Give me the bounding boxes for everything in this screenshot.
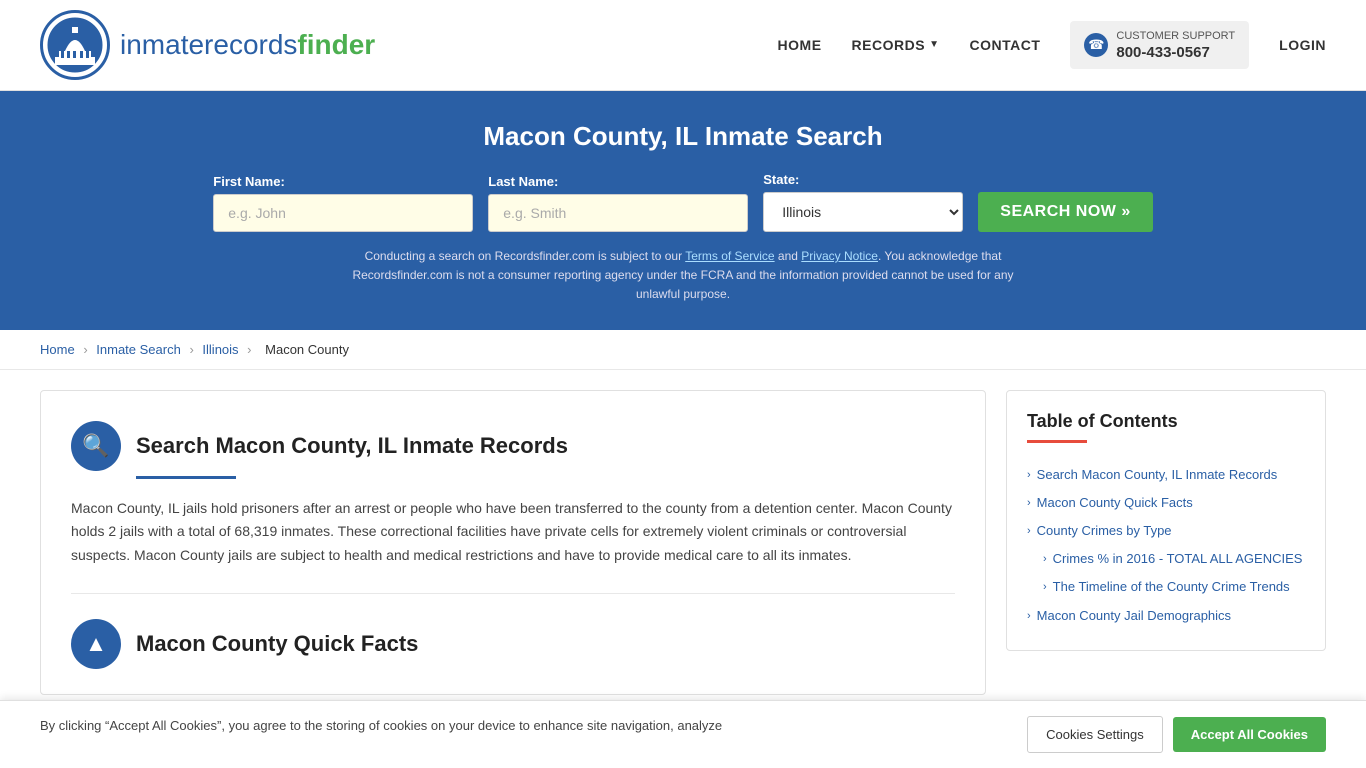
support-label: CUSTOMER SUPPORT	[1116, 29, 1235, 43]
state-select[interactable]: Illinois	[763, 192, 963, 232]
customer-support: ☎ CUSTOMER SUPPORT 800-433-0567	[1070, 21, 1249, 68]
breadcrumb-sep2: ›	[189, 342, 193, 357]
nav-records[interactable]: RECORDS ▼	[852, 37, 940, 53]
logo-icon	[40, 10, 110, 80]
toc-item-label: Macon County Jail Demographics	[1037, 607, 1231, 625]
breadcrumb: Home › Inmate Search › Illinois › Macon …	[0, 330, 1366, 370]
privacy-link[interactable]: Privacy Notice	[801, 249, 878, 263]
logo-text-regular: inmaterecords	[120, 29, 297, 60]
section-title-underline	[136, 476, 236, 479]
toc-item[interactable]: › Macon County Quick Facts	[1027, 489, 1305, 517]
toc-item-label: County Crimes by Type	[1037, 522, 1172, 540]
records-chevron-icon: ▼	[929, 39, 939, 50]
toc-chevron-icon: ›	[1027, 496, 1031, 511]
toc-chevron-icon: ›	[1027, 524, 1031, 539]
support-info: CUSTOMER SUPPORT 800-433-0567	[1116, 29, 1235, 60]
last-name-input[interactable]	[488, 194, 748, 232]
toc-item[interactable]: › County Crimes by Type	[1027, 517, 1305, 545]
state-group: State: Illinois	[763, 172, 963, 232]
state-label: State:	[763, 172, 799, 187]
section-quick-facts-header: ▲ Macon County Quick Facts	[71, 619, 955, 669]
phone-icon: ☎	[1084, 33, 1108, 57]
toc-chevron-icon: ›	[1043, 552, 1047, 567]
toc-item[interactable]: › Crimes % in 2016 - TOTAL ALL AGENCIES	[1027, 545, 1305, 573]
section-search-header: 🔍 Search Macon County, IL Inmate Records	[71, 421, 955, 471]
toc-underline	[1027, 440, 1087, 443]
support-number[interactable]: 800-433-0567	[1116, 44, 1235, 61]
section-search-body: Macon County, IL jails hold prisoners af…	[71, 497, 955, 568]
header: inmaterecordsfinder HOME RECORDS ▼ CONTA…	[0, 0, 1366, 91]
first-name-input[interactable]	[213, 194, 473, 232]
toc-item-label: Macon County Quick Facts	[1037, 494, 1193, 512]
last-name-group: Last Name:	[488, 174, 748, 232]
nav-contact[interactable]: CONTACT	[969, 37, 1040, 53]
toc-item-label: The Timeline of the County Crime Trends	[1053, 578, 1290, 596]
nav-records-label: RECORDS	[852, 37, 926, 53]
toc-title: Table of Contents	[1027, 411, 1305, 432]
nav-login[interactable]: LOGIN	[1279, 37, 1326, 53]
search-button[interactable]: SEARCH NOW »	[978, 192, 1152, 232]
cookie-settings-button[interactable]: Cookies Settings	[1027, 716, 1163, 753]
breadcrumb-sep3: ›	[247, 342, 251, 357]
cookie-accept-button[interactable]: Accept All Cookies	[1173, 717, 1326, 752]
toc-chevron-icon: ›	[1027, 609, 1031, 624]
toc-item[interactable]: › Search Macon County, IL Inmate Records	[1027, 461, 1305, 489]
left-content: 🔍 Search Macon County, IL Inmate Records…	[40, 390, 986, 695]
first-name-group: First Name:	[213, 174, 473, 232]
nav-home[interactable]: HOME	[778, 37, 822, 53]
disclaimer-text: Conducting a search on Recordsfinder.com…	[333, 247, 1033, 305]
breadcrumb-inmate-search[interactable]: Inmate Search	[96, 342, 181, 357]
tos-link[interactable]: Terms of Service	[685, 249, 774, 263]
breadcrumb-home[interactable]: Home	[40, 342, 75, 357]
logo-text: inmaterecordsfinder	[120, 29, 375, 61]
breadcrumb-current: Macon County	[265, 342, 349, 357]
nav-area: HOME RECORDS ▼ CONTACT ☎ CUSTOMER SUPPOR…	[778, 21, 1326, 68]
section-quick-facts-title: Macon County Quick Facts	[136, 631, 418, 657]
toc-chevron-icon: ›	[1027, 468, 1031, 483]
toc-chevron-icon: ›	[1043, 580, 1047, 595]
logo-area: inmaterecordsfinder	[40, 10, 375, 80]
cookie-banner: By clicking “Accept All Cookies”, you ag…	[0, 700, 1366, 768]
cookie-buttons: Cookies Settings Accept All Cookies	[1027, 716, 1326, 753]
page-title: Macon County, IL Inmate Search	[40, 121, 1326, 152]
section-search-title: Search Macon County, IL Inmate Records	[136, 433, 568, 459]
search-form: First Name: Last Name: State: Illinois S…	[40, 172, 1326, 232]
search-hero: Macon County, IL Inmate Search First Nam…	[0, 91, 1366, 330]
toc-item-label: Crimes % in 2016 - TOTAL ALL AGENCIES	[1053, 550, 1303, 568]
logo-text-bold: finder	[297, 29, 375, 60]
search-section-icon: 🔍	[71, 421, 121, 471]
toc-list: ›Search Macon County, IL Inmate Records›…	[1027, 461, 1305, 630]
cookie-text: By clicking “Accept All Cookies”, you ag…	[40, 716, 1007, 736]
right-sidebar: Table of Contents › Search Macon County, …	[1006, 390, 1326, 651]
toc-item[interactable]: › The Timeline of the County Crime Trends	[1027, 573, 1305, 601]
toc-item-label: Search Macon County, IL Inmate Records	[1037, 466, 1278, 484]
first-name-label: First Name:	[213, 174, 285, 189]
breadcrumb-illinois[interactable]: Illinois	[202, 342, 238, 357]
toc-item[interactable]: › Macon County Jail Demographics	[1027, 602, 1305, 630]
last-name-label: Last Name:	[488, 174, 558, 189]
quick-facts-icon: ▲	[71, 619, 121, 669]
main-content: 🔍 Search Macon County, IL Inmate Records…	[0, 370, 1366, 715]
section-quick-facts: ▲ Macon County Quick Facts	[71, 594, 955, 669]
section-search: 🔍 Search Macon County, IL Inmate Records…	[71, 421, 955, 594]
breadcrumb-sep1: ›	[83, 342, 87, 357]
